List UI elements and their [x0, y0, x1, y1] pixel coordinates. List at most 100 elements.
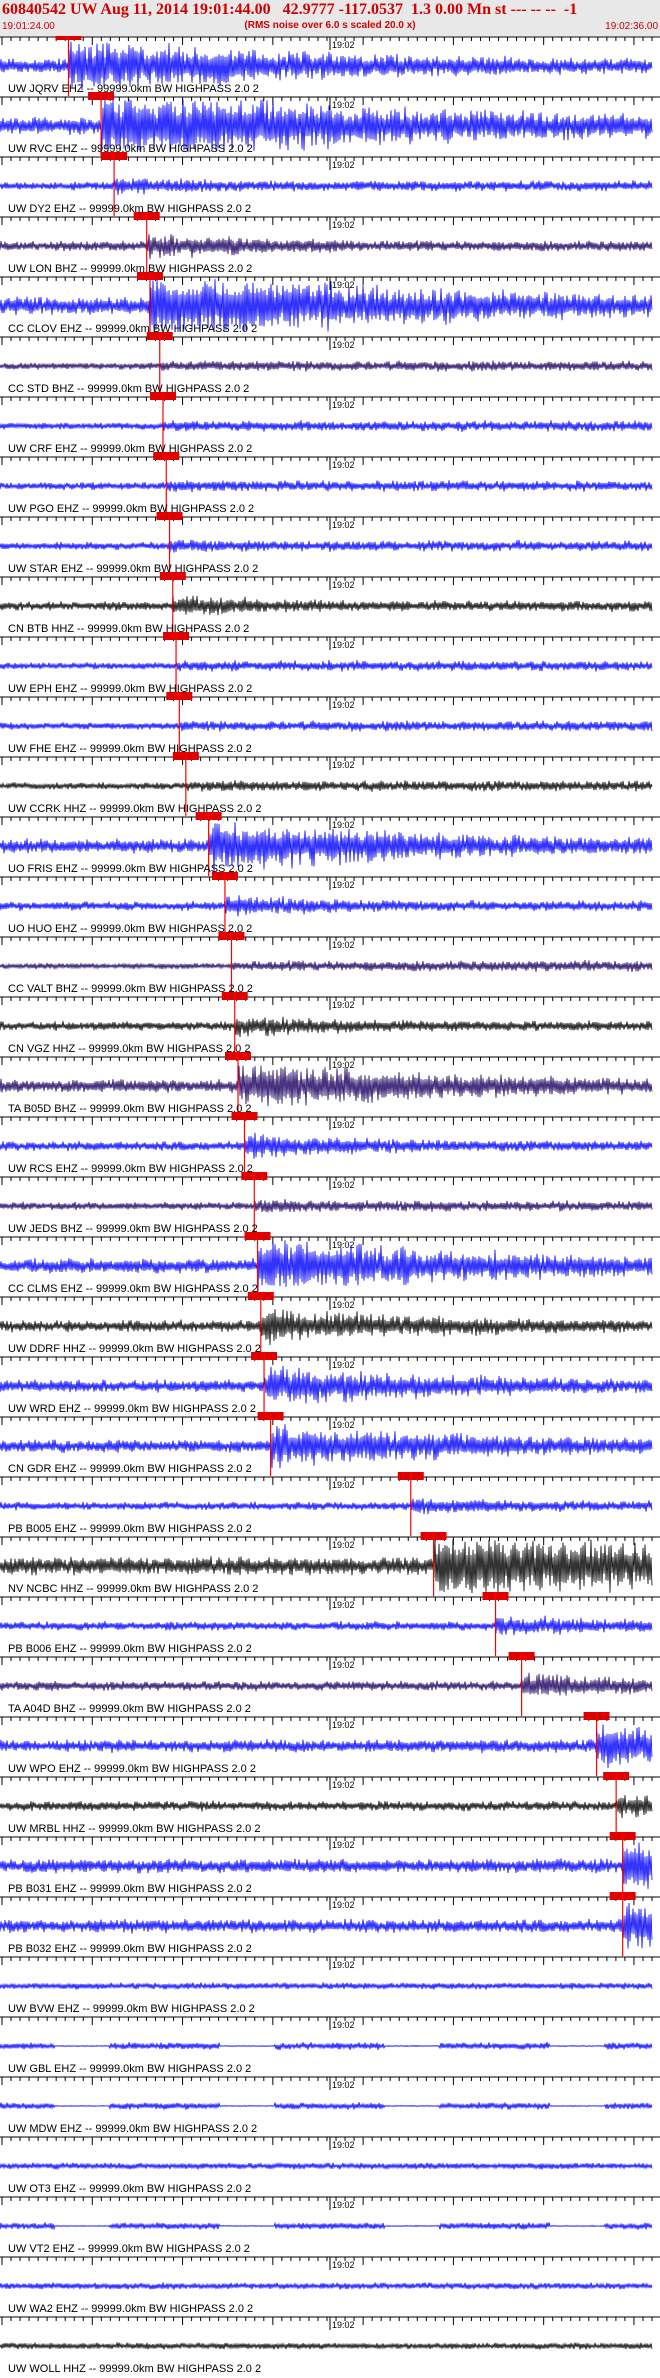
waveform [0, 2281, 653, 2291]
station-label: CN GDR EHZ -- 99999.0km BW HIGHPASS 2.0 … [8, 1463, 252, 1475]
trace-row: 19:02 UW WA2 EHZ -- 99999.0km BW HIGHPASS… [0, 2256, 660, 2315]
station-label: UW WPO EHZ -- 99999.0km BW HIGHPASS 2.0 … [8, 1763, 256, 1775]
trace-row: 19:02 PB B032 EHZ -- 99999.0km BW HIGHPAS… [0, 1892, 660, 1956]
minute-label: 19:02 [332, 280, 355, 290]
station-label: UO HUO EHZ -- 99999.0km BW HIGHPASS 2.0 … [8, 923, 252, 935]
waveform [0, 960, 653, 972]
minute-label: 19:02 [332, 1000, 355, 1010]
minute-label: 19:02 [332, 580, 355, 590]
trace-row: 19:02 UW MDW EHZ -- 99999.0km BW HIGHPASS… [0, 2076, 660, 2135]
trace-row: 19:02 UO HUO EHZ -- 99999.0km BW HIGHPASS… [0, 872, 660, 936]
minute-label: 19:02 [332, 1480, 355, 1490]
trace-row: 19:02 PB B031 EHZ -- 99999.0km BW HIGHPAS… [0, 1832, 660, 1896]
trace-row: 19:02CC CLMS EHZ -- 99999.0km BW HIGHPAS… [0, 1232, 660, 1296]
minute-label: 19:02 [332, 2320, 355, 2330]
minute-label: 19:02 [332, 460, 355, 470]
minute-label: 19:02 [332, 1540, 355, 1550]
trace-row: 19:02 UW JEDS BHZ -- 99999.0km BW HIGHPAS… [0, 1172, 660, 1236]
waveform [0, 1065, 653, 1107]
minute-label: 19:02 [332, 1600, 355, 1610]
waveform [0, 2221, 653, 2231]
minute-label: 19:02 [332, 2020, 355, 2030]
station-label: UW BVW EHZ -- 99999.0km BW HIGHPASS 2.0 … [8, 2003, 255, 2015]
minute-label: 19:02 [332, 2200, 355, 2210]
trace-row: 19:02 UW RCS EHZ -- 99999.0km BW HIGHPASS… [0, 1112, 660, 1176]
trace-row: 19:02 UW FHE EHZ -- 99999.0km BW HIGHPASS… [0, 692, 660, 756]
trace-row: 19:02 UW DY2 EHZ -- 99999.0km BW HIGHPASS… [0, 152, 660, 216]
trace-row: 19:02 UW PGO EHZ -- 99999.0km BW HIGHPASS… [0, 452, 660, 516]
trace-row: 19:02 UW WOLL HHZ -- 99999.0km BW HIGHPAS… [0, 2316, 660, 2375]
event-title: 60840542 UW Aug 11, 2014 19:01:44.00 42.… [2, 1, 578, 18]
station-label: UW PGO EHZ -- 99999.0km BW HIGHPASS 2.0 … [8, 503, 254, 515]
station-label: NV NCBC HHZ -- 99999.0km BW HIGHPASS 2.0… [8, 1583, 258, 1595]
trace-row: 19:02 CC VALT BHZ -- 99999.0km BW HIGHPAS… [0, 932, 660, 996]
station-label: TA B05D BHZ -- 99999.0km BW HIGHPASS 2.0… [8, 1103, 252, 1115]
trace-row: 19:02 CC CLOV EHZ -- 99999.0km BW HIGHPAS… [0, 272, 660, 336]
trace-row: 19:02 UW GBL EHZ -- 99999.0km BW HIGHPASS… [0, 2016, 660, 2075]
minute-label: 19:02 [332, 1180, 355, 1190]
station-label: PB B031 EHZ -- 99999.0km BW HIGHPASS 2.0… [8, 1883, 252, 1895]
minute-label: 19:02 [332, 1420, 355, 1430]
minute-label: 19:02 [332, 160, 355, 170]
trace-row: 19:02 UW LON BHZ -- 99999.0km BW HIGHPASS… [0, 212, 660, 276]
trace-row: 19:02 UW EPH EHZ -- 99999.0km BW HIGHPASS… [0, 632, 660, 696]
trace-row: 19:02 PB B005 EHZ -- 99999.0km BW HIGHPAS… [0, 1472, 660, 1536]
minute-label: 19:02 [332, 520, 355, 530]
waveform [0, 780, 653, 792]
station-label: UW WRD EHZ -- 99999.0km BW HIGHPASS 2.0 … [8, 1403, 256, 1415]
trace-row: 19:02 TA A04D BHZ -- 99999.0km BW HIGHPAS… [0, 1652, 660, 1716]
minute-label: 19:02 [332, 340, 355, 350]
trace-row: 19:02 UW BVW EHZ -- 99999.0km BW HIGHPASS… [0, 1956, 660, 2015]
station-label: UW JEDS BHZ -- 99999.0km BW HIGHPASS 2.0… [8, 1223, 258, 1235]
minute-label: 19:02 [332, 880, 355, 890]
minute-label: 19:02 [332, 2140, 355, 2150]
waveform [0, 1365, 653, 1404]
trace-row: 19:02 CN BTB HHZ -- 99999.0km BW HIGHPASS… [0, 572, 660, 636]
minute-label: 19:02 [332, 100, 355, 110]
trace-row: 19:02 UW CCRK HHZ -- 99999.0km BW HIGHPAS… [0, 752, 660, 816]
minute-label: 19:02 [332, 700, 355, 710]
waveform [0, 2101, 653, 2111]
waveform [0, 420, 653, 432]
waveform [0, 2161, 653, 2171]
waveform [0, 234, 653, 260]
trace-row: 19:02 UW RVC EHZ -- 99999.0km BW HIGHPASS… [0, 92, 660, 156]
station-label: CN BTB HHZ -- 99999.0km BW HIGHPASS 2.0 … [8, 623, 249, 635]
trace-row: 19:02 UW VT2 EHZ -- 99999.0km BW HIGHPASS… [0, 2196, 660, 2255]
minute-label: 19:02 [332, 760, 355, 770]
waveform [0, 1424, 653, 1469]
station-label: UW JQRV EHZ -- 99999.0km BW HIGHPASS 2.0… [8, 83, 259, 95]
station-label: CC VALT BHZ -- 99999.0km BW HIGHPASS 2.0… [8, 983, 253, 995]
trace-row: 19:02UO FRIS EHZ -- 99999.0km BW HIGHPAS… [0, 812, 660, 876]
minute-label: 19:02 [332, 1840, 355, 1850]
waveform [0, 1615, 653, 1636]
station-label: UW LON BHZ -- 99999.0km BW HIGHPASS 2.0 … [8, 263, 252, 275]
station-label: UW CCRK HHZ -- 99999.0km BW HIGHPASS 2.0… [8, 803, 261, 815]
minute-label: 19:02 [332, 1360, 355, 1370]
waveform [0, 1981, 653, 1991]
trace-row: 19:02 UW WPO EHZ -- 99999.0km BW HIGHPASS… [0, 1712, 660, 1776]
trace-row: 19:02 UW STAR EHZ -- 99999.0km BW HIGHPAS… [0, 512, 660, 576]
station-label: UW VT2 EHZ -- 99999.0km BW HIGHPASS 2.0 … [8, 2243, 250, 2255]
station-label: PB B032 EHZ -- 99999.0km BW HIGHPASS 2.0… [8, 1943, 252, 1955]
trace-row: 19:02 CC STD BHZ -- 99999.0km BW HIGHPASS… [0, 332, 660, 396]
waveform [0, 1795, 653, 1819]
minute-label: 19:02 [332, 1660, 355, 1670]
minute-label: 19:02 [332, 220, 355, 230]
trace-row: 19:02 UW DDRF HHZ -- 99999.0km BW HIGHPAS… [0, 1292, 660, 1356]
station-label: UW MRBL HHZ -- 99999.0km BW HIGHPASS 2.0… [8, 1823, 260, 1835]
station-label: UW MDW EHZ -- 99999.0km BW HIGHPASS 2.0 … [8, 2123, 257, 2135]
waveform [0, 1724, 653, 1769]
station-label: UW CRF EHZ -- 99999.0km BW HIGHPASS 2.0 … [8, 443, 252, 455]
minute-label: 19:02 [332, 1720, 355, 1730]
trace-row: 19:02 UW JQRV EHZ -- 99999.0km BW HIGHPAS… [0, 36, 660, 96]
trace-row: 19:02 UW OT3 EHZ -- 99999.0km BW HIGHPASS… [0, 2136, 660, 2195]
waveform [0, 660, 653, 672]
station-label: UW STAR EHZ -- 99999.0km BW HIGHPASS 2.0… [8, 563, 258, 575]
trace-row: 19:02 UW CRF EHZ -- 99999.0km BW HIGHPASS… [0, 392, 660, 456]
waveform [0, 1672, 653, 1696]
station-label: PB B006 EHZ -- 99999.0km BW HIGHPASS 2.0… [8, 1643, 252, 1655]
minute-label: 19:02 [332, 820, 355, 830]
minute-label: 19:02 [332, 2080, 355, 2090]
minute-label: 19:02 [332, 1900, 355, 1910]
